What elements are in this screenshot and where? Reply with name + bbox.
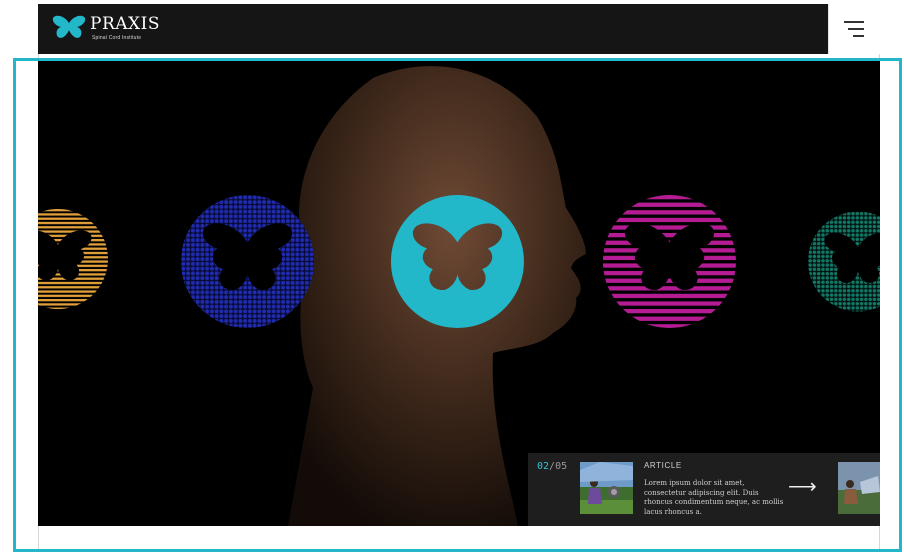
header-bar: PRAXIS Spinal Cord Institute <box>38 4 828 54</box>
next-article-thumbnail[interactable] <box>838 462 880 514</box>
brand-name[interactable]: PRAXIS <box>90 15 160 33</box>
menu-button[interactable] <box>828 4 880 54</box>
slide-current: 02 <box>537 461 550 472</box>
article-excerpt[interactable]: Lorem ipsum dolor sit amet, consectetur … <box>644 479 784 517</box>
article-thumbnail[interactable] <box>580 462 633 514</box>
brand-tagline: Spinal Cord Institute <box>92 35 142 41</box>
hamburger-menu-icon <box>848 28 864 30</box>
butterfly-logo-icon[interactable] <box>52 14 86 42</box>
hamburger-menu-icon <box>844 21 864 23</box>
slider-panel: 02/05 ARTICLE Lorem ipsum dolor sit amet… <box>528 453 880 526</box>
article-label: ARTICLE <box>644 461 682 470</box>
hamburger-menu-icon <box>853 35 864 37</box>
slide-total: 05 <box>555 461 568 472</box>
arrow-right-icon[interactable]: ⟶ <box>788 477 817 497</box>
slide-counter: 02/05 <box>537 461 567 472</box>
